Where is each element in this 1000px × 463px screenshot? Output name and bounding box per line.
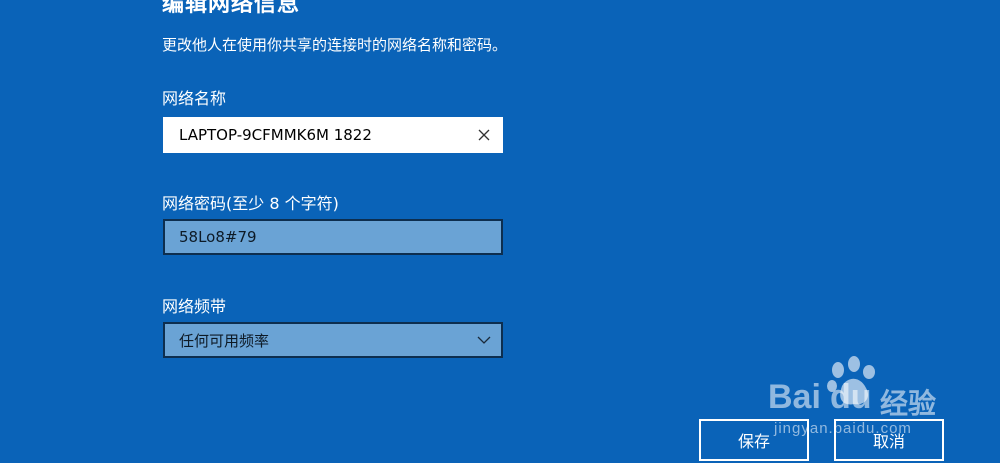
- band-select[interactable]: 任何可用频率: [163, 322, 503, 358]
- cancel-button[interactable]: 取消: [834, 419, 944, 461]
- dialog-title: 编辑网络信息: [162, 0, 301, 17]
- save-button[interactable]: 保存: [699, 419, 809, 461]
- clear-icon[interactable]: [467, 119, 501, 151]
- password-value: 58Lo8#79: [179, 228, 257, 246]
- dialog-description: 更改他人在使用你共享的连接时的网络名称和密码。: [162, 36, 508, 54]
- watermark-brand-a: Bai: [768, 378, 821, 416]
- band-selected-value: 任何可用频率: [179, 331, 270, 350]
- network-name-label: 网络名称: [162, 89, 227, 108]
- password-input[interactable]: 58Lo8#79: [163, 219, 503, 255]
- watermark-brand-b: du: [830, 378, 872, 416]
- network-name-value: LAPTOP-9CFMMK6M 1822: [179, 126, 372, 144]
- band-label: 网络频带: [162, 297, 227, 316]
- chevron-down-icon: [467, 324, 501, 356]
- password-label: 网络密码(至少 8 个字符): [162, 194, 339, 213]
- watermark-brand-c: 经验: [880, 388, 937, 419]
- network-name-input[interactable]: LAPTOP-9CFMMK6M 1822: [163, 117, 503, 153]
